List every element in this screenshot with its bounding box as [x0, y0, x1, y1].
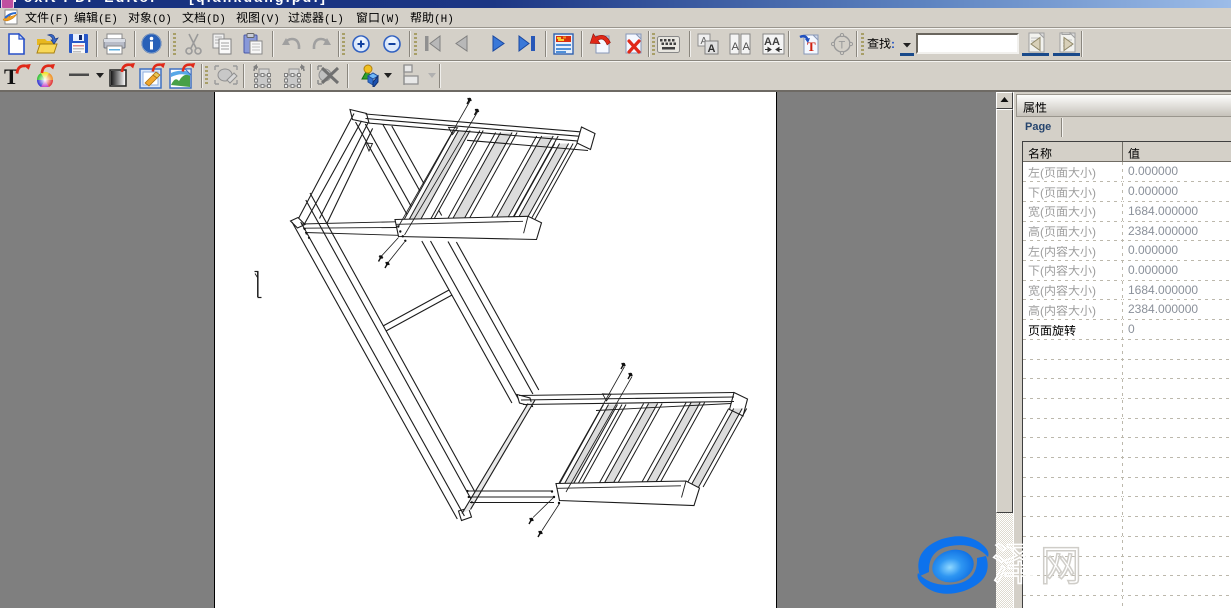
svg-text:AA: AA [764, 36, 780, 48]
svg-text:T: T [839, 40, 846, 52]
svg-text:A: A [732, 41, 740, 53]
svg-text:A: A [743, 41, 751, 53]
svg-text:T: T [4, 64, 19, 87]
svg-text:A: A [708, 43, 716, 55]
